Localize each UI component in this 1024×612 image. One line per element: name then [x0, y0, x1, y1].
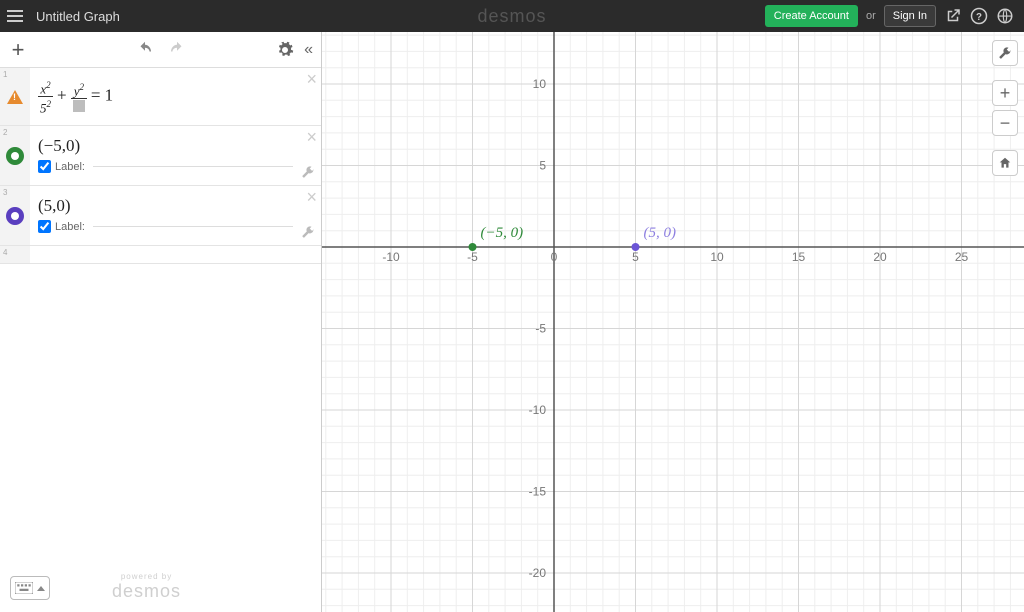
or-label: or [866, 10, 876, 22]
point-color-icon[interactable] [6, 207, 24, 225]
wrench-icon[interactable] [301, 225, 315, 239]
svg-text:0: 0 [551, 250, 558, 264]
expression-body[interactable]: (−5,0) Label: [30, 126, 321, 185]
empty-denominator-placeholder[interactable] [73, 100, 85, 112]
sign-in-button[interactable]: Sign In [884, 5, 936, 27]
svg-text:(5, 0): (5, 0) [644, 225, 677, 241]
chevron-up-icon [37, 586, 45, 591]
redo-icon[interactable] [168, 41, 186, 59]
language-icon[interactable] [996, 7, 1014, 25]
zoom-out-button[interactable]: − [992, 110, 1018, 136]
undo-icon[interactable] [136, 41, 154, 59]
point-coord: (5,0) [38, 196, 293, 216]
svg-text:(−5, 0): (−5, 0) [481, 225, 524, 241]
zoom-in-button[interactable]: + [992, 80, 1018, 106]
expression-row-1[interactable]: 1 x2 52 + y2 = 1 × [0, 68, 321, 126]
menu-icon[interactable] [0, 0, 30, 32]
label-row: Label: [38, 216, 293, 233]
panel-toolbar: + « [0, 32, 321, 68]
svg-text:-20: -20 [529, 566, 547, 580]
graph-pane[interactable]: -10 -5 0 5 10 15 20 25 10 5 -5 -10 -15 -20 (−5, 0) (5, … [322, 32, 1024, 612]
graph-settings-button[interactable] [992, 40, 1018, 66]
warning-icon [7, 90, 23, 104]
header-right: Create Account or Sign In ? [765, 5, 1024, 27]
graph-title[interactable]: Untitled Graph [36, 9, 120, 24]
svg-text:25: 25 [955, 250, 969, 264]
help-icon[interactable]: ? [970, 7, 988, 25]
svg-text:?: ? [976, 12, 982, 23]
create-account-button[interactable]: Create Account [765, 5, 858, 27]
label-checkbox[interactable] [38, 160, 51, 173]
point-coord: (−5,0) [38, 136, 293, 156]
add-expression-button[interactable]: + [8, 37, 28, 63]
svg-text:15: 15 [792, 250, 806, 264]
point-color-icon[interactable] [6, 147, 24, 165]
expression-panel: + « 1 x2 52 + y2 = 1 [0, 32, 322, 612]
share-icon[interactable] [944, 7, 962, 25]
keyboard-toggle[interactable] [10, 576, 50, 600]
svg-text:5: 5 [632, 250, 639, 264]
row-index: 1 [0, 68, 10, 81]
powered-by-label: powered by desmos [112, 572, 181, 602]
svg-text:-5: -5 [535, 322, 546, 336]
wrench-icon[interactable] [301, 165, 315, 179]
gear-icon[interactable] [276, 41, 294, 59]
label-caption: Label: [55, 161, 85, 173]
brand-logo: desmos [477, 6, 546, 27]
expression-row-2[interactable]: 2 (−5,0) Label: × [0, 126, 321, 186]
label-caption: Label: [55, 221, 85, 233]
svg-text:10: 10 [710, 250, 724, 264]
close-icon[interactable]: × [306, 130, 317, 144]
label-checkbox[interactable] [38, 220, 51, 233]
expression-row-3[interactable]: 3 (5,0) Label: × [0, 186, 321, 246]
expression-body[interactable]: (5,0) Label: [30, 186, 321, 245]
keyboard-icon [15, 582, 33, 594]
close-icon[interactable]: × [306, 72, 317, 86]
svg-text:-10: -10 [382, 250, 400, 264]
row-index: 2 [0, 126, 10, 139]
home-button[interactable] [992, 150, 1018, 176]
close-icon[interactable]: × [306, 190, 317, 204]
graph-canvas[interactable]: -10 -5 0 5 10 15 20 25 10 5 -5 -10 -15 -20 (−5, 0) (5, … [322, 32, 1024, 612]
svg-text:-5: -5 [467, 250, 478, 264]
svg-text:-10: -10 [529, 403, 547, 417]
row-index: 4 [0, 246, 10, 259]
expression-row-4[interactable]: 4 [0, 246, 321, 264]
collapse-panel-icon[interactable]: « [304, 41, 313, 59]
label-row: Label: [38, 156, 293, 173]
graph-controls: + − [992, 40, 1018, 176]
svg-text:20: 20 [873, 250, 887, 264]
expression-rows: 1 x2 52 + y2 = 1 × 2 ( [0, 68, 321, 264]
svg-text:10: 10 [533, 77, 547, 91]
expression-body[interactable]: x2 52 + y2 = 1 [30, 68, 321, 125]
top-bar: Untitled Graph desmos Create Account or … [0, 0, 1024, 32]
row-index: 3 [0, 186, 10, 199]
svg-text:-15: -15 [529, 485, 547, 499]
svg-text:5: 5 [539, 159, 546, 173]
